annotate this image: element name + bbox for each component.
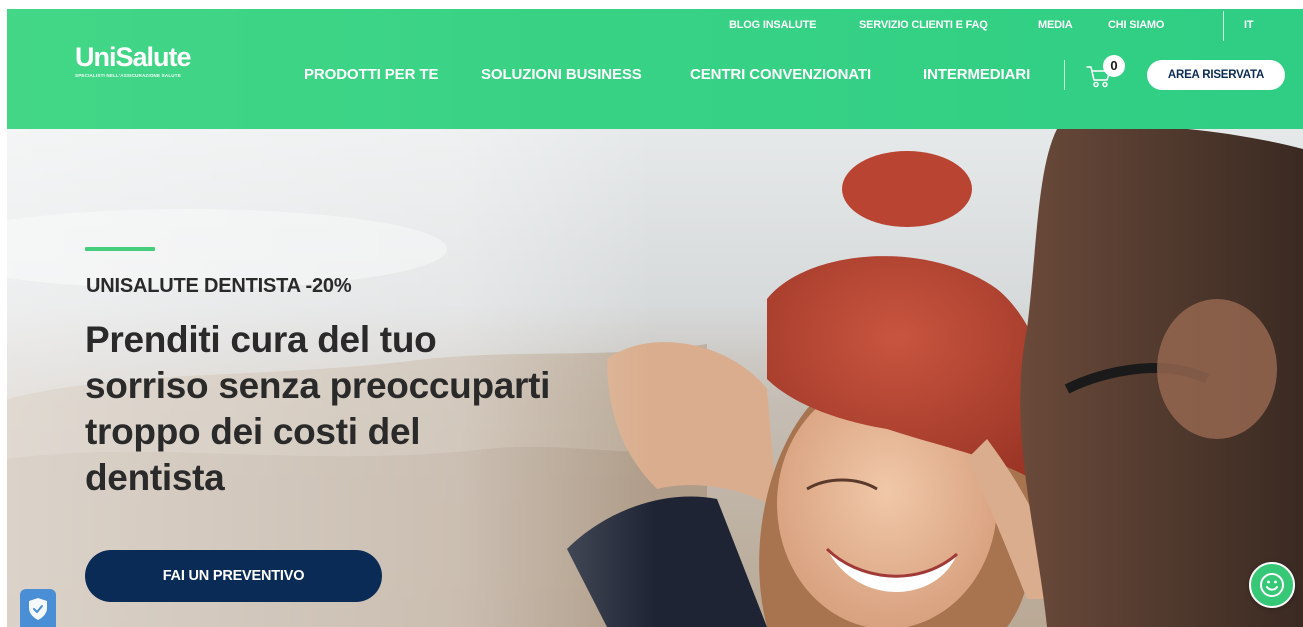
- utility-nav: BLOG INSALUTE SERVIZIO CLIENTI E FAQ MED…: [7, 19, 1303, 35]
- nav-centri-convenzionati[interactable]: CENTRI CONVENZIONATI: [690, 66, 871, 83]
- fai-un-preventivo-button[interactable]: FAI UN PREVENTIVO: [85, 550, 382, 602]
- area-riservata-button[interactable]: AREA RISERVATA: [1147, 60, 1285, 90]
- link-servizio-clienti-faq[interactable]: SERVIZIO CLIENTI E FAQ: [859, 19, 988, 31]
- cart-count-badge: 0: [1103, 55, 1125, 77]
- privacy-shield-badge[interactable]: [20, 589, 56, 627]
- hero-headline: Prenditi cura del tuo sorriso senza preo…: [85, 319, 551, 498]
- nav-intermediari[interactable]: INTERMEDIARI: [923, 66, 1030, 83]
- language-selector[interactable]: IT: [1244, 19, 1254, 31]
- smiley-chat-icon: [1260, 573, 1284, 597]
- link-media[interactable]: MEDIA: [1038, 19, 1073, 31]
- cart-button[interactable]: 0: [1085, 55, 1125, 93]
- page: UniSalute SPECIALISTI NELL'ASSICURAZIONE…: [7, 9, 1303, 627]
- link-chi-siamo[interactable]: CHI SIAMO: [1108, 19, 1164, 31]
- hero-banner: UNISALUTE DENTISTA -20% Prenditi cura de…: [7, 129, 1303, 627]
- nav-soluzioni-business[interactable]: SOLUZIONI BUSINESS: [481, 66, 642, 83]
- language-divider: [1223, 11, 1224, 41]
- chat-assistant-button[interactable]: [1249, 562, 1295, 608]
- hero-accent-line: [85, 247, 155, 251]
- nav-prodotti-per-te[interactable]: PRODOTTI PER TE: [304, 66, 438, 83]
- nav-divider: [1064, 60, 1065, 90]
- link-blog-insalute[interactable]: BLOG INSALUTE: [729, 19, 816, 31]
- shield-check-icon: [29, 598, 47, 620]
- hero-eyebrow: UNISALUTE DENTISTA -20%: [86, 275, 352, 297]
- site-header: UniSalute SPECIALISTI NELL'ASSICURAZIONE…: [7, 9, 1303, 129]
